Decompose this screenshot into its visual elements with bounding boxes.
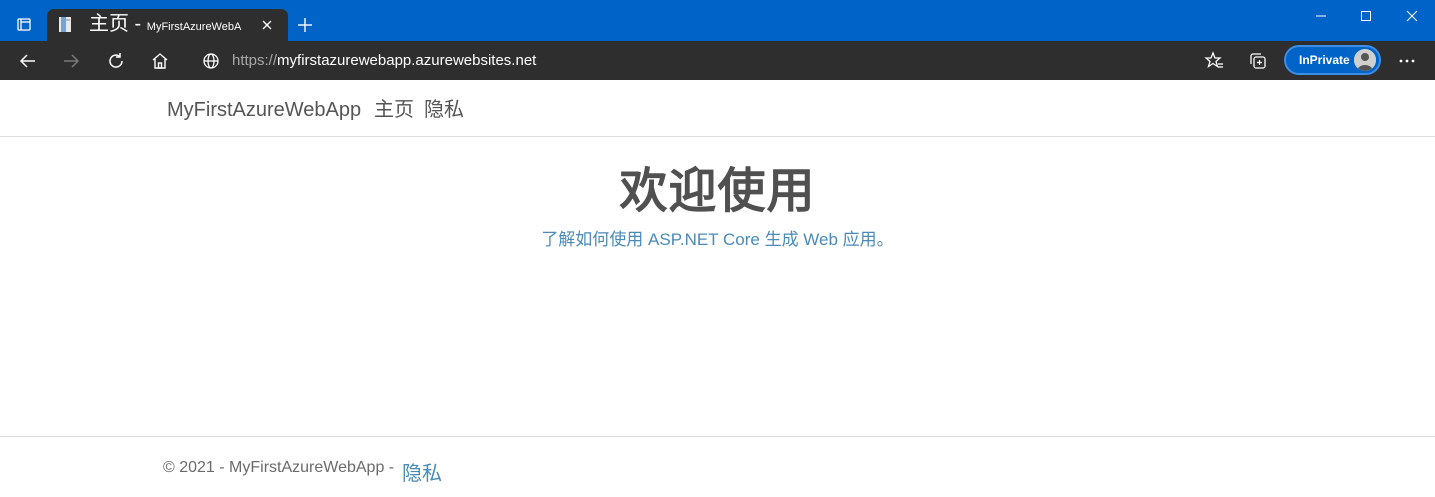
copyright-text: © 2021 - MyFirstAzureWebApp - — [163, 459, 395, 476]
browser-tab-active[interactable]: 主页 - MyFirstAzureWebA — [47, 9, 288, 41]
subtitle-suffix: 。 — [876, 230, 894, 249]
refresh-icon[interactable] — [103, 48, 129, 74]
tab-actions-icon[interactable] — [9, 9, 39, 39]
site-navbar: MyFirstAzureWebApp 主页 隐私 — [0, 80, 1435, 137]
maximize-icon[interactable] — [1354, 4, 1378, 28]
aspnet-docs-link[interactable]: 使用 ASP.NET Core 生成 Web 应用 — [609, 230, 876, 249]
browser-toolbar: https://myfirstazurewebapp.azurewebsites… — [0, 41, 1435, 80]
tab-title: 主页 - MyFirstAzureWebA — [89, 12, 242, 35]
back-arrow-icon[interactable] — [15, 48, 41, 74]
minimize-icon[interactable] — [1309, 4, 1333, 28]
url-host: myfirstazurewebapp.azurewebsites.net — [277, 52, 537, 69]
welcome-heading: 欢迎使用 — [619, 165, 816, 218]
collections-icon[interactable] — [1245, 48, 1271, 74]
favorites-star-icon[interactable] — [1201, 48, 1227, 74]
site-brand-link[interactable]: MyFirstAzureWebApp — [167, 80, 361, 140]
close-tab-icon[interactable] — [257, 15, 277, 35]
welcome-subtitle: 了解如何使用 ASP.NET Core 生成 Web 应用。 — [0, 228, 1435, 252]
profile-avatar-icon — [1354, 49, 1376, 71]
inprivate-button[interactable]: InPrivate — [1284, 45, 1381, 75]
new-tab-plus-icon[interactable] — [293, 13, 317, 37]
inprivate-label: InPrivate — [1299, 53, 1350, 67]
subtitle-prefix: 了解如何 — [541, 230, 610, 249]
nav-link-home[interactable]: 主页 — [374, 80, 414, 140]
globe-icon[interactable] — [198, 48, 224, 74]
footer-privacy-link[interactable]: 隐私 — [402, 457, 442, 486]
nav-link-privacy[interactable]: 隐私 — [424, 80, 464, 140]
forward-arrow-icon[interactable] — [58, 48, 84, 74]
home-icon[interactable] — [147, 48, 173, 74]
browser-titlebar: 主页 - MyFirstAzureWebA — [0, 0, 1435, 41]
address-bar[interactable]: https://myfirstazurewebapp.azurewebsites… — [232, 41, 536, 80]
close-window-icon[interactable] — [1400, 4, 1424, 28]
site-footer: © 2021 - MyFirstAzureWebApp - 隐私 — [0, 436, 1435, 497]
more-options-icon[interactable] — [1394, 48, 1420, 74]
document-icon — [59, 17, 71, 32]
url-scheme: https:// — [232, 52, 278, 69]
